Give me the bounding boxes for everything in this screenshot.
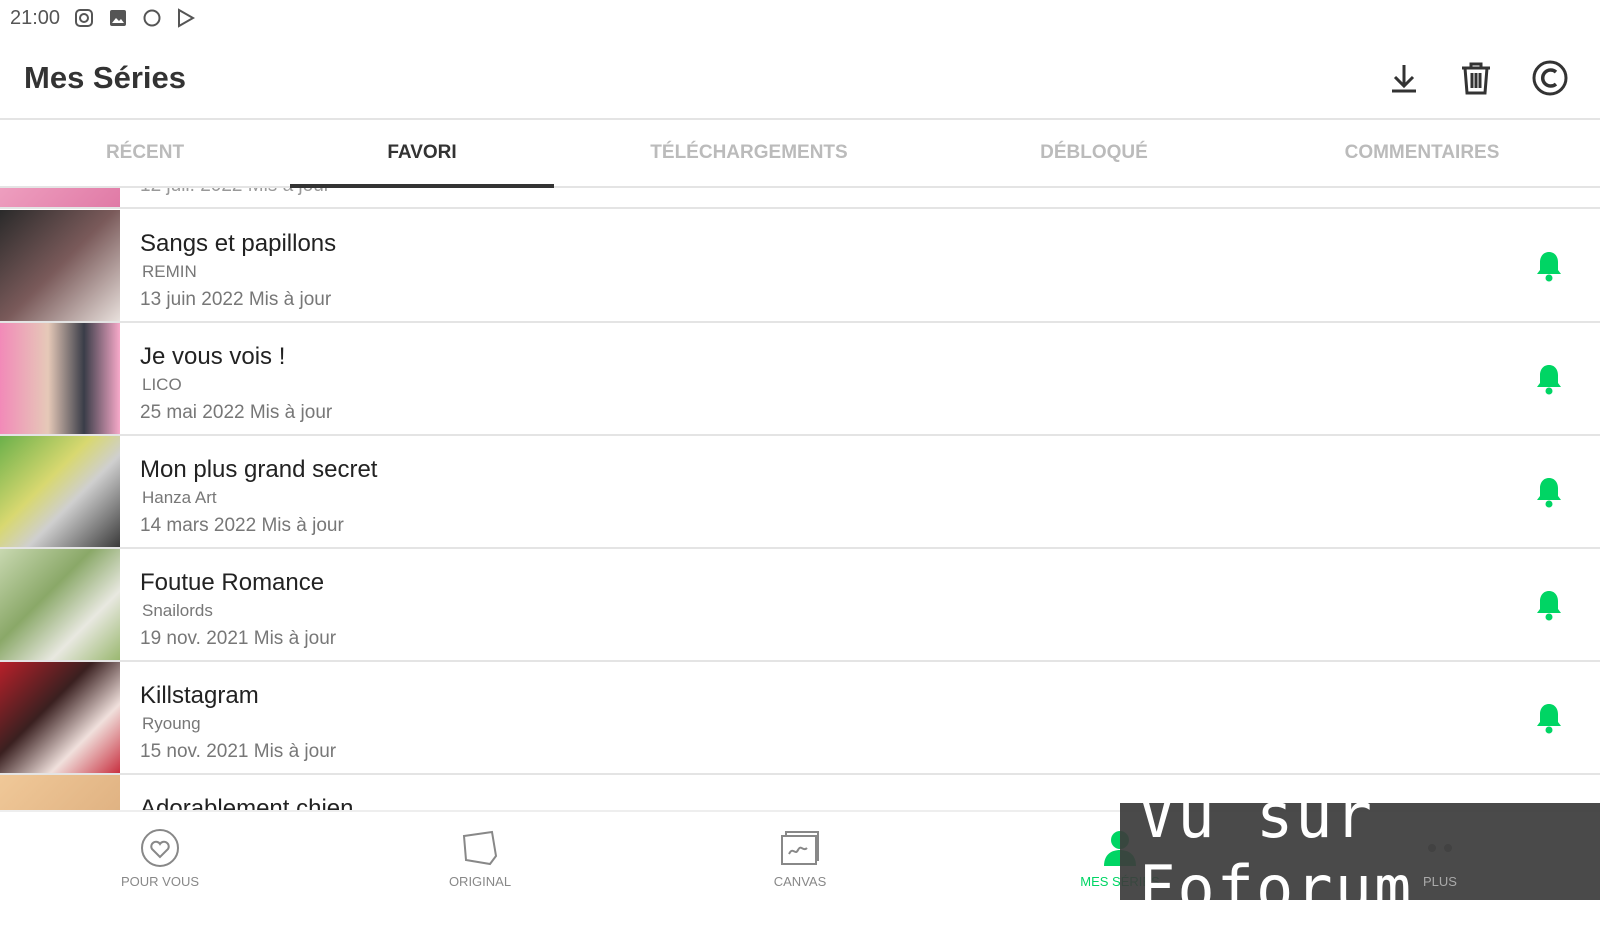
series-author: Snailords	[142, 601, 213, 620]
download-button[interactable]	[1382, 56, 1426, 100]
nav-label: ORIGINAL	[448, 874, 512, 889]
list-item[interactable]: Sangs et papillons REMIN 13 juin 2022 Mi…	[0, 210, 1600, 323]
series-thumbnail	[0, 210, 120, 321]
series-date: 19 nov. 2021 Mis à jour	[140, 628, 337, 649]
series-title: Mon plus grand secret	[140, 456, 378, 483]
series-title: Je vous vois !	[140, 343, 286, 370]
status-bar: 21:00	[0, 0, 196, 36]
list-item[interactable]: Je vous vois ! LICO 25 mai 2022 Mis à jo…	[0, 323, 1600, 436]
nav-label: POUR VOUS	[120, 874, 199, 889]
instagram-icon	[74, 8, 94, 28]
bell-icon[interactable]	[1534, 476, 1564, 508]
nav-label: PLUS	[1423, 874, 1457, 889]
nav-canvas[interactable]: CANVAS	[700, 812, 900, 902]
app-header: Mes Séries	[0, 36, 1600, 120]
heart-icon	[141, 829, 179, 867]
series-list[interactable]: 12 juil. 2022 Mis à jour Sangs et papill…	[0, 188, 1600, 810]
list-item[interactable]: Foutue Romance Snailords 19 nov. 2021 Mi…	[0, 549, 1600, 662]
list-item[interactable]: Killstagram Ryoung 15 nov. 2021 Mis à jo…	[0, 662, 1600, 775]
bell-icon[interactable]	[1534, 589, 1564, 621]
nav-pour-vous[interactable]: POUR VOUS	[60, 812, 260, 902]
page-title: Mes Séries	[24, 60, 186, 95]
copyright-icon	[1532, 60, 1568, 96]
play-store-icon	[176, 8, 196, 28]
tab-favori[interactable]: FAVORI	[290, 120, 554, 188]
series-date: 15 nov. 2021 Mis à jour	[140, 741, 337, 762]
nav-original[interactable]: ORIGINAL	[380, 812, 580, 902]
series-thumbnail	[0, 323, 120, 434]
series-thumbnail	[0, 775, 120, 810]
bell-icon[interactable]	[1534, 250, 1564, 282]
canvas-icon	[781, 831, 819, 865]
series-title: Foutue Romance	[140, 569, 325, 596]
series-author: Hanza Art	[142, 488, 217, 507]
series-thumbnail	[0, 436, 120, 547]
tab-telechargements[interactable]: TÉLÉCHARGEMENTS	[554, 120, 944, 186]
delete-button[interactable]	[1454, 56, 1498, 100]
series-title: Killstagram	[140, 682, 259, 709]
series-date: 13 juin 2022 Mis à jour	[140, 289, 332, 310]
series-thumbnail	[0, 549, 120, 660]
coins-button[interactable]	[1528, 56, 1572, 100]
whatsapp-icon	[142, 8, 162, 28]
original-icon	[462, 830, 498, 866]
list-item[interactable]: Mon plus grand secret Hanza Art 14 mars …	[0, 436, 1600, 549]
series-author: LICO	[142, 375, 182, 394]
series-author: Ryoung	[142, 714, 201, 733]
tab-bar: RÉCENT FAVORI TÉLÉCHARGEMENTS DÉBLOQUÉ C…	[0, 120, 1600, 188]
series-date: 12 juil. 2022 Mis à jour	[140, 188, 330, 197]
series-title: Adorablement chien	[140, 795, 354, 810]
list-item[interactable]: 12 juil. 2022 Mis à jour	[0, 188, 1600, 209]
download-icon	[1392, 65, 1416, 93]
tab-commentaires[interactable]: COMMENTAIRES	[1244, 120, 1600, 186]
nav-label: CANVAS	[773, 874, 827, 889]
series-title: Sangs et papillons	[140, 230, 337, 257]
series-author: REMIN	[142, 262, 197, 281]
trash-icon	[1462, 62, 1490, 95]
tab-recent[interactable]: RÉCENT	[0, 120, 290, 186]
status-time: 21:00	[10, 6, 61, 29]
series-date: 14 mars 2022 Mis à jour	[140, 515, 344, 536]
series-thumbnail	[0, 662, 120, 773]
bell-icon[interactable]	[1534, 363, 1564, 395]
series-thumbnail	[0, 188, 120, 207]
gallery-icon	[108, 8, 128, 28]
bell-icon[interactable]	[1534, 702, 1564, 734]
series-date: 25 mai 2022 Mis à jour	[140, 402, 333, 423]
watermark: Vu sur Foforum	[1120, 779, 1600, 925]
tab-debloque[interactable]: DÉBLOQUÉ	[944, 120, 1244, 186]
